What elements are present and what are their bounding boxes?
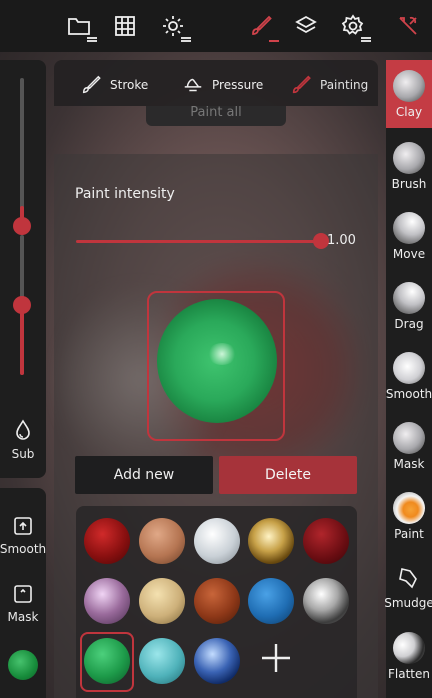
grid-icon[interactable] [109, 10, 141, 42]
layers-icon[interactable] [290, 10, 322, 42]
tool-smooth-label: Smooth [385, 386, 432, 401]
pressure-icon [184, 78, 202, 92]
paint-all-button[interactable]: Paint all [146, 106, 286, 126]
tool-mask[interactable]: Mask [386, 412, 432, 480]
material-swatch[interactable] [303, 578, 349, 624]
tool-flatten-label: Flatten [388, 666, 430, 681]
painting-panel: Paint all Paint intensity 1.00 Add new D… [54, 106, 378, 698]
mask-shortcut-icon [14, 585, 32, 603]
tool-brush-label: Brush [391, 176, 427, 191]
paint-intensity-value: 1.00 [327, 233, 356, 248]
paint-tool-icon [393, 491, 425, 524]
stroke-brush-icon [82, 75, 101, 94]
mask-shortcut-label: Mask [7, 610, 39, 624]
paint-brush-icon [292, 75, 311, 94]
tool-paint-label: Paint [394, 526, 424, 541]
add-new-button[interactable]: Add new [75, 456, 213, 494]
folder-icon[interactable] [63, 10, 97, 42]
smooth-shortcut-button[interactable]: Smooth [0, 516, 46, 556]
flatten-tool-icon [393, 631, 425, 664]
material-swatch[interactable] [84, 518, 130, 564]
brush-tool-icon [393, 141, 425, 174]
paint-intensity-slider[interactable] [76, 233, 329, 249]
sub-toggle-button[interactable]: Sub [0, 405, 46, 475]
left-slider-panel: Sub [0, 60, 46, 478]
tool-clay-label: Clay [395, 104, 423, 119]
material-swatch[interactable] [194, 638, 240, 684]
tool-smudge[interactable]: Smudge [384, 552, 432, 620]
material-swatch-grid [76, 506, 357, 698]
intensity-slider[interactable] [13, 235, 31, 375]
material-swatch[interactable] [248, 518, 294, 564]
material-preview[interactable] [147, 291, 285, 441]
tab-pressure[interactable]: Pressure [182, 74, 263, 96]
tools-icon[interactable] [392, 10, 424, 42]
tool-drag[interactable]: Drag [386, 272, 432, 340]
material-swatch[interactable] [194, 518, 240, 564]
tool-sidebar: Clay Brush Move Drag Smooth Mask Paint S… [384, 60, 432, 698]
smooth-tool-icon [393, 351, 425, 384]
mask-tool-icon [393, 421, 425, 454]
tool-paint[interactable]: Paint [386, 482, 432, 550]
material-swatch[interactable] [248, 578, 294, 624]
material-swatch[interactable] [84, 578, 130, 624]
tool-move[interactable]: Move [386, 202, 432, 270]
clay-tool-icon [393, 69, 425, 102]
tab-stroke-label: Stroke [110, 78, 149, 92]
tool-flatten[interactable]: Flatten [386, 622, 432, 690]
move-tool-icon [393, 211, 425, 244]
top-toolbar [0, 0, 432, 52]
sun-icon[interactable] [157, 10, 191, 42]
left-shortcut-panel: Smooth Mask [0, 488, 46, 698]
tool-move-label: Move [392, 246, 426, 261]
material-swatch-selected[interactable] [84, 638, 130, 684]
radius-slider[interactable] [13, 78, 31, 235]
smudge-tool-icon [399, 567, 417, 588]
tool-brush[interactable]: Brush [386, 132, 432, 200]
tool-smooth[interactable]: Smooth [386, 342, 432, 410]
tool-mask-label: Mask [393, 456, 425, 471]
tab-painting-label: Painting [320, 78, 369, 92]
drag-tool-icon [393, 281, 425, 314]
smooth-shortcut-icon [14, 517, 32, 535]
tab-pressure-label: Pressure [212, 78, 264, 92]
tool-drag-label: Drag [394, 316, 424, 331]
tab-stroke[interactable]: Stroke [80, 74, 148, 96]
add-material-icon[interactable] [256, 638, 296, 678]
tool-smudge-label: Smudge [384, 595, 432, 610]
current-material-swatch[interactable] [8, 650, 38, 680]
material-swatch[interactable] [139, 638, 185, 684]
smooth-shortcut-label: Smooth [0, 542, 47, 556]
tool-clay[interactable]: Clay [386, 60, 432, 128]
gear-icon[interactable] [337, 10, 371, 42]
mask-shortcut-button[interactable]: Mask [0, 584, 46, 624]
material-swatch[interactable] [139, 578, 185, 624]
brush-icon[interactable] [245, 10, 279, 42]
material-preview-sphere [157, 299, 277, 423]
material-swatch[interactable] [139, 518, 185, 564]
painting-panel-tabs: Stroke Pressure Painting [54, 60, 378, 106]
sub-label: Sub [11, 447, 35, 461]
tab-painting[interactable]: Painting [290, 74, 368, 96]
drop-icon [16, 419, 30, 440]
material-swatch[interactable] [194, 578, 240, 624]
material-swatch[interactable] [303, 518, 349, 564]
delete-button[interactable]: Delete [219, 456, 357, 494]
paint-intensity-label: Paint intensity [75, 186, 175, 202]
